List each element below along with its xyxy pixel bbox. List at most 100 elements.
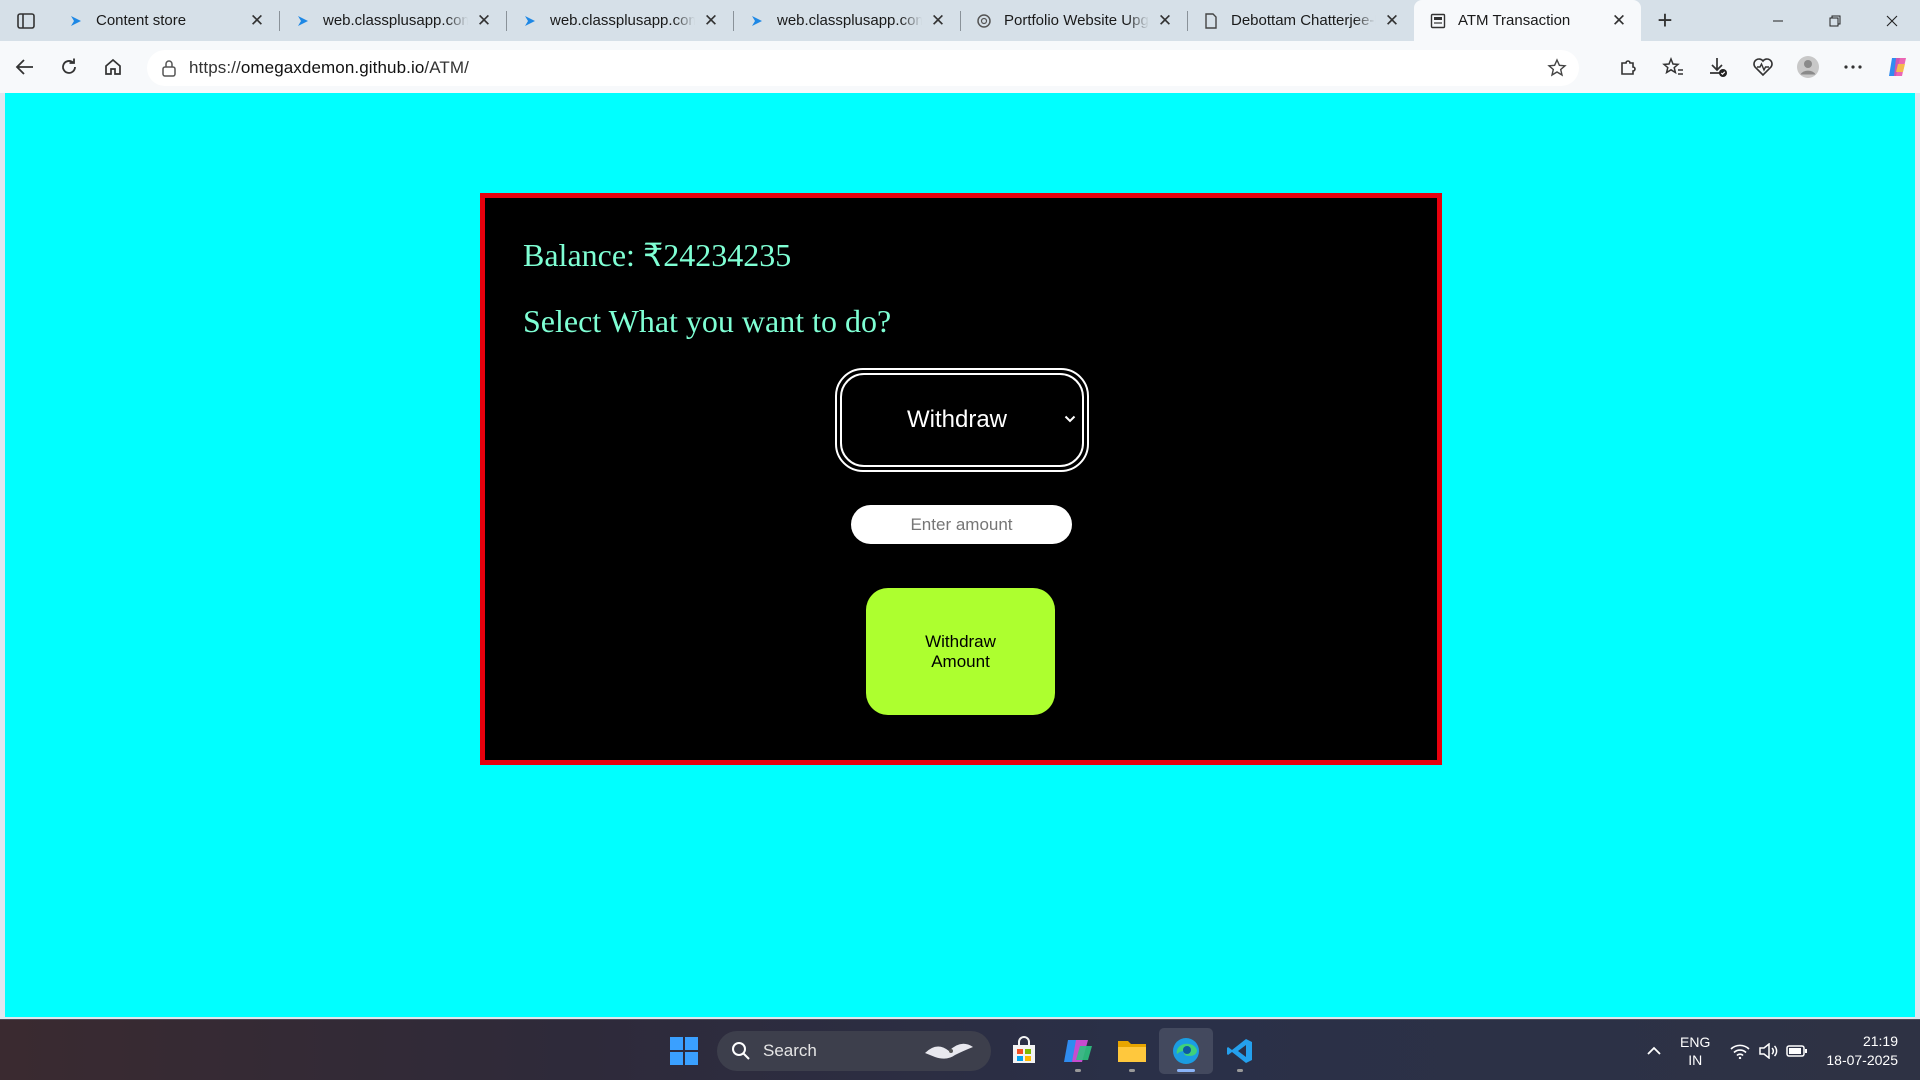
tab-content-store[interactable]: Content store ✕ [52, 0, 279, 41]
url-path: /ATM/ [424, 58, 469, 77]
close-icon [1886, 15, 1897, 26]
favorites-button[interactable] [1650, 49, 1695, 85]
tab-title: web.classplusapp.com/ [323, 12, 468, 29]
windows-logo-icon [670, 1037, 698, 1065]
reload-button[interactable] [47, 49, 91, 85]
tab-document[interactable]: Debottam Chatterjee-F ✕ [1187, 0, 1414, 41]
running-indicator [1237, 1069, 1243, 1072]
classplus-icon [295, 13, 311, 29]
running-indicator [1075, 1069, 1081, 1072]
avatar-icon [1796, 56, 1819, 78]
minimize-button[interactable] [1749, 0, 1806, 41]
new-tab-button[interactable]: + [1641, 0, 1689, 41]
system-tray: ENG IN 21:19 18-07-2025 [1646, 1020, 1920, 1080]
tab-strip: Content store ✕ web.classplusapp.com/ ✕ … [0, 0, 1920, 41]
url-text: https://omegaxdemon.github.io/ATM/ [189, 58, 469, 78]
withdraw-amount-label: Withdraw Amount [925, 631, 996, 671]
file-explorer-app[interactable] [1105, 1028, 1159, 1074]
edge-browser-icon [1173, 1038, 1199, 1064]
bird-illustration-icon [925, 1043, 973, 1059]
tab-classplus-1[interactable]: web.classplusapp.com/ ✕ [279, 0, 506, 41]
extensions-button[interactable] [1605, 49, 1650, 85]
address-bar[interactable]: https://omegaxdemon.github.io/ATM/ [147, 50, 1579, 86]
tab-title: web.classplusapp.com/ [550, 12, 695, 29]
tab-atm-transaction[interactable]: ATM Transaction ✕ [1414, 0, 1641, 41]
close-icon[interactable]: ✕ [474, 11, 494, 31]
tab-portfolio[interactable]: Portfolio Website Upgr ✕ [960, 0, 1187, 41]
download-icon [1709, 58, 1727, 77]
heartbeat-icon [1752, 58, 1773, 77]
page-viewport: Balance: ₹24234235 Select What you want … [5, 93, 1915, 1017]
amount-input[interactable] [851, 505, 1072, 544]
window-controls [1749, 0, 1920, 41]
url-prefix: https:// [189, 58, 241, 77]
edge-app[interactable] [1159, 1028, 1213, 1074]
tab-actions-button[interactable] [0, 0, 52, 41]
windows-taskbar: Search ENG IN 21:19 18-07-2025 [0, 1019, 1920, 1080]
battery-icon [1786, 1044, 1808, 1057]
tray-icons[interactable] [1730, 1042, 1808, 1059]
close-window-button[interactable] [1863, 0, 1920, 41]
settings-more-button[interactable] [1830, 49, 1875, 85]
copilot-button[interactable] [1875, 49, 1920, 85]
action-select[interactable]: Withdraw [835, 368, 1089, 472]
favorite-star-icon[interactable] [1547, 58, 1567, 78]
start-button[interactable] [657, 1028, 711, 1074]
more-dots-icon [1843, 65, 1862, 69]
microsoft-store-app[interactable] [997, 1028, 1051, 1074]
close-icon[interactable]: ✕ [1155, 11, 1175, 31]
tab-title: ATM Transaction [1458, 12, 1571, 29]
m365-app[interactable] [1051, 1028, 1105, 1074]
tab-title: Content store [96, 12, 187, 29]
language-code: ENG [1680, 1033, 1711, 1050]
tab-actions-icon [17, 12, 35, 29]
close-icon[interactable]: ✕ [1609, 11, 1629, 31]
copilot-icon [1888, 58, 1906, 76]
back-arrow-icon [15, 59, 33, 75]
tab-classplus-2[interactable]: web.classplusapp.com/ ✕ [506, 0, 733, 41]
region-code: IN [1688, 1051, 1703, 1068]
toolbar-right [1605, 49, 1920, 85]
close-icon[interactable]: ✕ [701, 11, 721, 31]
taskbar-apps: Search [657, 1028, 1267, 1074]
taskbar-search[interactable]: Search [717, 1031, 991, 1071]
home-button[interactable] [91, 49, 135, 85]
downloads-button[interactable] [1695, 49, 1740, 85]
withdraw-amount-button[interactable]: Withdraw Amount [866, 588, 1055, 715]
language-indicator[interactable]: ENG IN [1680, 1033, 1710, 1069]
reload-icon [62, 58, 76, 74]
search-label: Search [763, 1041, 817, 1060]
tab-classplus-3[interactable]: web.classplusapp.com/ ✕ [733, 0, 960, 41]
clock[interactable]: 21:19 18-07-2025 [1826, 1032, 1898, 1070]
tab-title: Portfolio Website Upgr [1004, 12, 1149, 29]
classplus-icon [522, 13, 538, 29]
chatgpt-icon [976, 13, 992, 29]
lock-icon [162, 60, 176, 77]
clock-time: 21:19 [1862, 1032, 1898, 1049]
tab-title: web.classplusapp.com/ [777, 12, 922, 29]
chevron-up-icon[interactable] [1646, 1046, 1662, 1056]
running-indicator [1129, 1069, 1135, 1072]
page-icon [1430, 13, 1446, 29]
folder-icon [1118, 1041, 1146, 1062]
profile-button[interactable] [1785, 49, 1830, 85]
back-button[interactable] [3, 49, 47, 85]
close-icon[interactable]: ✕ [247, 11, 267, 31]
atm-panel: Balance: ₹24234235 Select What you want … [480, 193, 1442, 765]
classplus-icon [68, 13, 84, 29]
browser-essentials-button[interactable] [1740, 49, 1785, 85]
chevron-down-icon [1064, 415, 1076, 423]
browser-toolbar: https://omegaxdemon.github.io/ATM/ [0, 41, 1920, 93]
plus-icon: + [1657, 5, 1673, 35]
clock-date: 18-07-2025 [1826, 1051, 1898, 1068]
favorites-icon [1661, 57, 1683, 75]
vscode-app[interactable] [1213, 1028, 1267, 1074]
vscode-icon [1227, 1039, 1252, 1063]
action-select-value: Withdraw [906, 406, 1008, 433]
search-icon [732, 1042, 750, 1060]
running-indicator [1177, 1069, 1195, 1072]
close-icon[interactable]: ✕ [1382, 11, 1402, 31]
close-icon[interactable]: ✕ [928, 11, 948, 31]
store-icon [1013, 1036, 1035, 1063]
restore-button[interactable] [1806, 0, 1863, 41]
